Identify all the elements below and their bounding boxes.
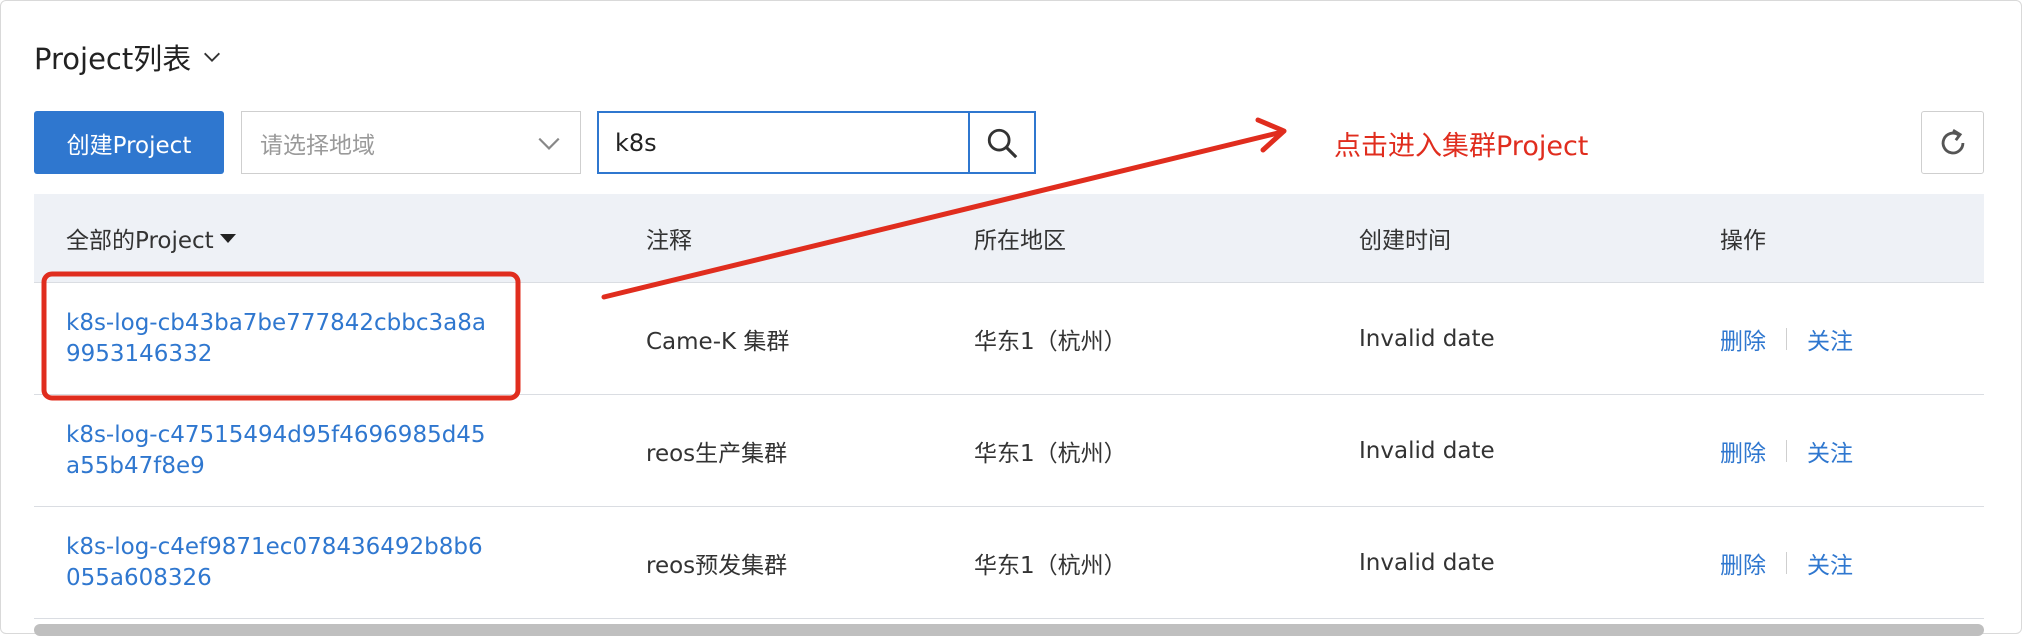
table-row: k8s-log-c4ef9871ec078436492b8b6055a60832… [34,507,1984,619]
page-title-text: Project列表 [34,42,192,76]
page-title[interactable]: Project列表 [34,36,223,78]
delete-link[interactable]: 删除 [1720,546,1766,580]
project-link[interactable]: k8s-log-cb43ba7be777842cbbc3a8a995314633… [66,308,486,370]
table-row: k8s-log-cb43ba7be777842cbbc3a8a995314633… [34,283,1984,395]
create-project-button[interactable]: 创建Project [34,111,224,174]
ops-divider [1786,551,1787,574]
column-header-ops: 操作 [1720,228,1766,254]
refresh-icon [1941,128,1964,154]
follow-link[interactable]: 关注 [1807,322,1853,356]
project-link[interactable]: k8s-log-c4ef9871ec078436492b8b6055a60832… [66,532,486,594]
row-ops: 删除 关注 [1720,507,1853,618]
row-region: 华东1（杭州） [974,552,1127,579]
region-select-placeholder: 请选择地域 [260,132,375,159]
row-region: 华东1（杭州） [974,328,1127,355]
chevron-down-icon [538,137,560,150]
table-header: 全部的Project 注释 所在地区 创建时间 操作 [34,194,1984,283]
row-note: reos预发集群 [646,552,788,579]
column-header-created: 创建时间 [1359,228,1451,254]
column-header-project[interactable]: 全部的Project [66,194,236,282]
row-created: Invalid date [1359,437,1495,464]
caret-down-icon [219,233,236,243]
delete-link[interactable]: 删除 [1720,434,1766,468]
search-box [597,111,1036,174]
row-region: 华东1（杭州） [974,440,1127,467]
horizontal-scrollbar[interactable] [34,624,1984,636]
annotation-text: 点击进入集群Project [1334,131,1589,162]
project-link[interactable]: k8s-log-c47515494d95f4696985d45a55b47f8e… [66,420,486,482]
refresh-button[interactable] [1921,111,1984,174]
column-header-project-label: 全部的Project [66,228,214,254]
ops-divider [1786,439,1787,462]
column-header-region: 所在地区 [974,228,1066,254]
search-icon [987,128,1018,158]
row-created: Invalid date [1359,549,1495,576]
row-created: Invalid date [1359,325,1495,352]
search-button[interactable] [968,113,1034,172]
project-table: 全部的Project 注释 所在地区 创建时间 操作 k8s-log-cb43b… [34,194,1984,619]
delete-link[interactable]: 删除 [1720,322,1766,356]
follow-link[interactable]: 关注 [1807,434,1853,468]
row-ops: 删除 关注 [1720,283,1853,394]
ops-divider [1786,327,1787,350]
chevron-down-icon [204,52,221,62]
row-note: Came-K 集群 [646,328,790,355]
region-select[interactable]: 请选择地域 [241,111,581,174]
search-input[interactable] [599,113,968,172]
column-header-note: 注释 [646,228,692,254]
follow-link[interactable]: 关注 [1807,546,1853,580]
table-row: k8s-log-c47515494d95f4696985d45a55b47f8e… [34,395,1984,507]
row-note: reos生产集群 [646,440,788,467]
row-ops: 删除 关注 [1720,395,1853,506]
